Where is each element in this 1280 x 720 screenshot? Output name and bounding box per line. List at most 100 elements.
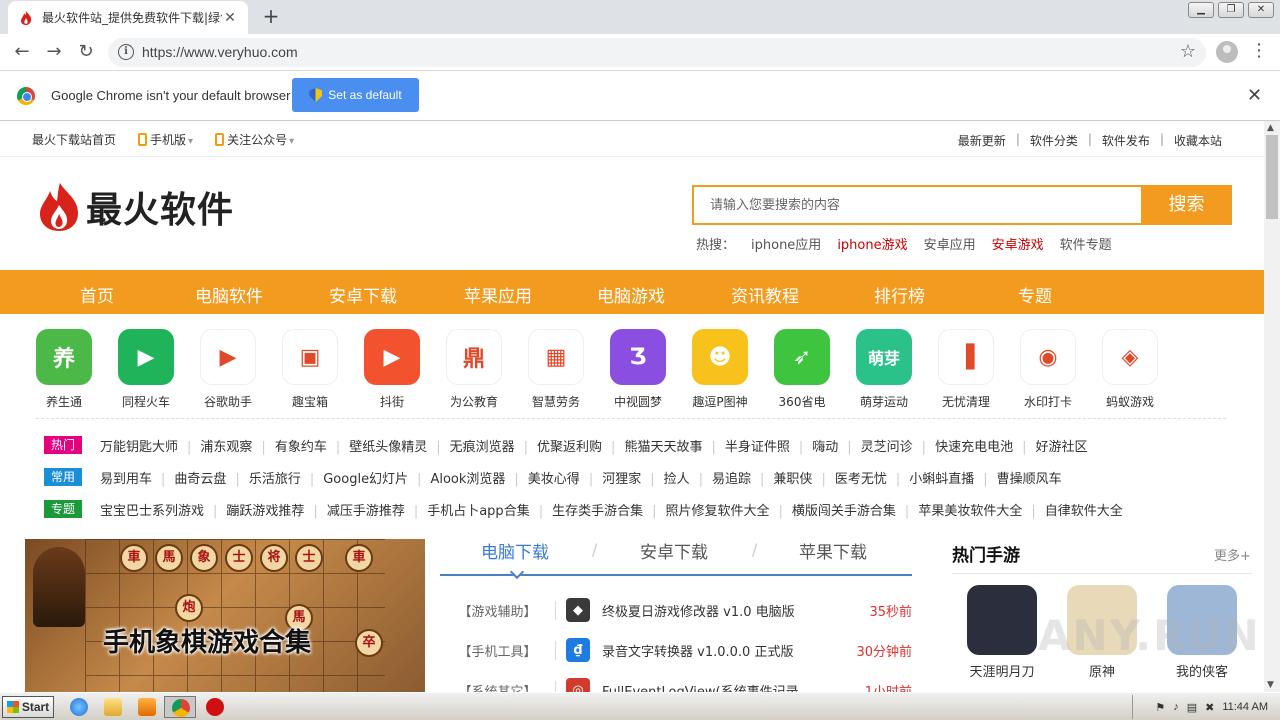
- topbar-link-1[interactable]: 手机版 ▾: [138, 131, 193, 148]
- tag-link[interactable]: 浦东观察: [178, 436, 252, 455]
- tag-link[interactable]: 有象约车: [252, 436, 327, 455]
- tag-link[interactable]: 好游社区: [1013, 436, 1087, 455]
- nav-item[interactable]: 专题: [1018, 282, 1052, 307]
- nav-item[interactable]: 安卓下载: [329, 282, 397, 307]
- hot-game[interactable]: 天涯明月刀: [962, 585, 1042, 680]
- topbar-right-link[interactable]: 软件发布: [1102, 132, 1150, 149]
- scroll-down-arrow-icon[interactable]: ▼: [1267, 680, 1274, 690]
- bookmark-star-icon[interactable]: ☆: [1180, 41, 1196, 62]
- download-name[interactable]: 终极夏日游戏修改器 v1.0 电脑版: [602, 601, 847, 620]
- clock[interactable]: 11:44 AM: [1222, 701, 1268, 713]
- nav-item[interactable]: 苹果应用: [464, 282, 532, 307]
- app-tile[interactable]: Ʒ 中视圆梦: [597, 329, 679, 410]
- hot-search-link[interactable]: iphone应用: [751, 234, 821, 253]
- tag-link[interactable]: Google幻灯片: [301, 468, 408, 487]
- download-category[interactable]: 【手机工具】: [440, 640, 556, 660]
- tray-icon[interactable]: ✖: [1205, 701, 1214, 714]
- app-tile[interactable]: ▶ 谷歌助手: [187, 329, 269, 410]
- minimize-button[interactable]: ▁: [1188, 2, 1214, 18]
- tag-link[interactable]: 曲奇云盘: [152, 468, 226, 487]
- topbar-right-link[interactable]: 软件分类: [1030, 132, 1078, 149]
- tab-close-icon[interactable]: ✕: [222, 10, 238, 26]
- forward-button[interactable]: →: [42, 40, 66, 64]
- tag-link[interactable]: 优聚返利购: [515, 436, 602, 455]
- app-tile[interactable]: 萌芽 萌芽运动: [843, 329, 925, 410]
- tag-link[interactable]: 美妆心得: [505, 468, 580, 487]
- download-name[interactable]: FullEventLogView(系统事件记录: [602, 681, 847, 693]
- download-tab[interactable]: 电脑下载: [481, 538, 549, 563]
- app-tile[interactable]: ☻ 趣逗P图神: [679, 329, 761, 410]
- hot-search-link[interactable]: 安卓应用: [924, 234, 976, 253]
- download-name[interactable]: 录音文字转换器 v1.0.0.0 正式版: [602, 641, 847, 660]
- tag-link[interactable]: 曹操顺风车: [974, 468, 1062, 487]
- ie-icon[interactable]: [70, 698, 88, 716]
- reload-button[interactable]: ↻: [74, 40, 98, 64]
- nav-item[interactable]: 资讯教程: [731, 282, 799, 307]
- tag-link[interactable]: 易到用车: [100, 468, 152, 487]
- start-button[interactable]: Start: [2, 696, 54, 718]
- tag-link[interactable]: 嗨动: [790, 436, 838, 455]
- tag-link[interactable]: 医考无忧: [812, 468, 887, 487]
- infobar-close-icon[interactable]: ✕: [1247, 85, 1262, 106]
- back-button[interactable]: ←: [10, 40, 34, 64]
- tag-link[interactable]: 捡人: [641, 468, 690, 487]
- tag-link[interactable]: 易追踪: [690, 468, 751, 487]
- tray-icon[interactable]: ⚑: [1155, 701, 1165, 714]
- tag-link[interactable]: 灵芝问诊: [838, 436, 913, 455]
- tag-link[interactable]: 苹果美妆软件大全: [896, 500, 1022, 519]
- nav-item[interactable]: 电脑软件: [195, 282, 263, 307]
- app-tile[interactable]: 养养生通: [23, 329, 105, 410]
- tag-link[interactable]: 减压手游推荐: [304, 500, 405, 519]
- tag-link[interactable]: 横版闯关手游合集: [770, 500, 896, 519]
- hot-search-link[interactable]: 安卓游戏: [992, 234, 1044, 253]
- site-search-input[interactable]: [694, 187, 1142, 223]
- set-as-default-button[interactable]: Set as default: [292, 78, 419, 112]
- new-tab-button[interactable]: +: [258, 3, 284, 29]
- tag-link[interactable]: 乐活旅行: [226, 468, 301, 487]
- app-tile[interactable]: ▶ 抖街: [351, 329, 433, 410]
- download-category[interactable]: 【系统其它】: [440, 680, 556, 692]
- scroll-thumb[interactable]: [1266, 135, 1278, 219]
- tag-link[interactable]: 手机占卜app合集: [405, 500, 529, 519]
- nav-item[interactable]: 首页: [80, 282, 114, 307]
- app-tile[interactable]: ◉ 水印打卡: [1007, 329, 1089, 410]
- stop-app-icon[interactable]: [206, 698, 224, 716]
- media-player-icon[interactable]: [138, 698, 156, 716]
- app-tile[interactable]: ▦ 智慧劳务: [515, 329, 597, 410]
- tag-link[interactable]: Alook浏览器: [408, 468, 505, 487]
- tag-link[interactable]: 壁纸头像精灵: [327, 436, 427, 455]
- site-search-button[interactable]: 搜索: [1141, 185, 1232, 225]
- chess-games-banner[interactable]: 車馬象士将士車炮馬卒 手机象棋游戏合集: [25, 539, 425, 692]
- page-scrollbar[interactable]: ▲ ▼: [1264, 121, 1280, 692]
- topbar-right-link[interactable]: 最新更新: [958, 132, 1006, 149]
- hot-games-more-link[interactable]: 更多+: [1214, 545, 1251, 564]
- tag-link[interactable]: 快速充电电池: [913, 436, 1013, 455]
- tag-link[interactable]: 宝宝巴士系列游戏: [100, 500, 204, 519]
- tag-link[interactable]: 万能钥匙大师: [100, 436, 178, 455]
- profile-avatar-icon[interactable]: [1216, 41, 1238, 63]
- topbar-right-link[interactable]: 收藏本站: [1174, 132, 1222, 149]
- hot-search-link[interactable]: iphone游戏: [837, 234, 907, 253]
- download-row[interactable]: 【手机工具】 ₫ 录音文字转换器 v1.0.0.0 正式版 30分钟前: [440, 630, 912, 670]
- nav-item[interactable]: 电脑游戏: [597, 282, 665, 307]
- tag-link[interactable]: 无痕浏览器: [427, 436, 515, 455]
- tag-link[interactable]: 照片修复软件大全: [643, 500, 770, 519]
- close-window-button[interactable]: ✕: [1248, 2, 1274, 18]
- hot-search-link[interactable]: 软件专题: [1060, 234, 1112, 253]
- explorer-folder-icon[interactable]: [104, 698, 122, 716]
- tag-link[interactable]: 兼职侠: [751, 468, 812, 487]
- app-tile[interactable]: ◈ 蚂蚁游戏: [1089, 329, 1171, 410]
- app-tile[interactable]: ▶ 同程火车: [105, 329, 187, 410]
- site-logo[interactable]: 最火软件: [36, 181, 234, 233]
- tag-link[interactable]: 半身证件照: [702, 436, 790, 455]
- site-info-icon[interactable]: i: [118, 44, 134, 60]
- address-bar[interactable]: i https://www.veryhuo.com ☆: [108, 38, 1206, 67]
- tag-link[interactable]: 自律软件大全: [1022, 500, 1123, 519]
- browser-tab[interactable]: 最火软件站_提供免费软件下载|绿色 ✕: [8, 1, 248, 34]
- tag-link[interactable]: 河狸家: [580, 468, 641, 487]
- tag-link[interactable]: 小蝌蚪直播: [887, 468, 974, 487]
- nav-item[interactable]: 排行榜: [874, 282, 925, 307]
- download-row[interactable]: 【系统其它】 ◎ FullEventLogView(系统事件记录 1小时前: [440, 670, 912, 692]
- download-tab[interactable]: 安卓下载: [640, 538, 708, 563]
- topbar-link-0[interactable]: 最火下载站首页: [32, 131, 116, 148]
